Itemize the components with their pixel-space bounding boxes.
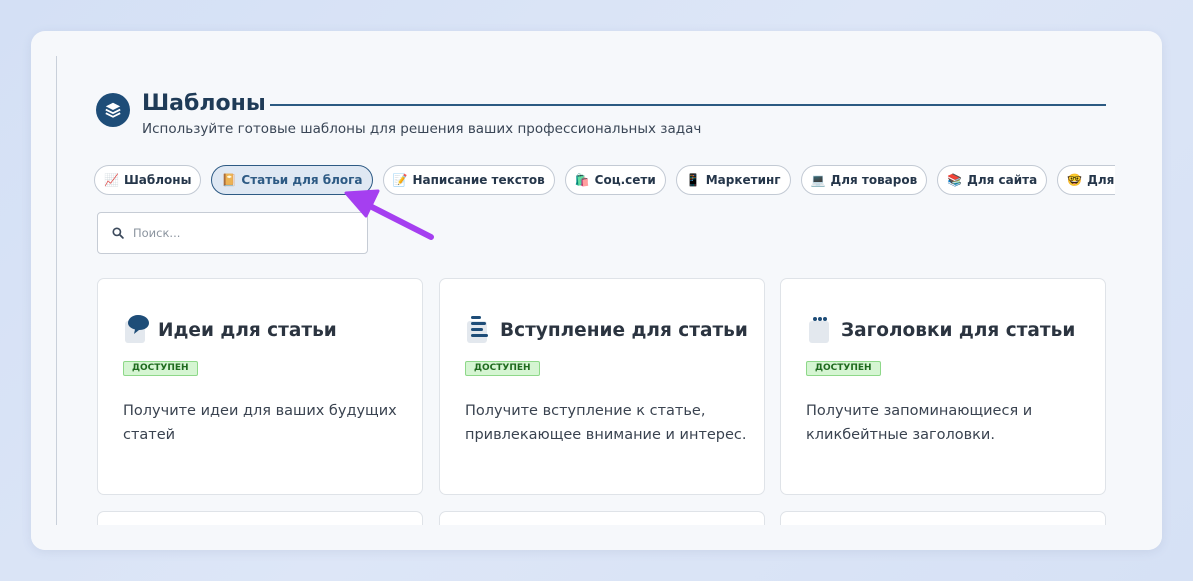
templates-panel: Шаблоны Используйте готовые шаблоны для … (31, 31, 1162, 550)
chip-marketing[interactable]: 📱 Маркетинг (675, 165, 791, 195)
card-description: Получите запоминающиеся и кликбейтные за… (806, 403, 1033, 443)
chip-school[interactable]: 🤓 Для школы (1057, 165, 1115, 195)
chip-label: Статьи для блога (241, 173, 363, 187)
search-input[interactable] (133, 226, 343, 240)
chip-label: Для школы (1087, 173, 1115, 187)
status-badge: ДОСТУПЕН (806, 361, 881, 376)
notebook-icon: 📔 (221, 173, 237, 187)
card-title: Заголовки для статьи (841, 320, 1076, 341)
bottom-fade (31, 525, 1162, 550)
left-divider (56, 56, 57, 526)
nerd-face-icon: 🤓 (1067, 173, 1083, 187)
speech-bubble-icon (125, 315, 149, 343)
chip-products[interactable]: 💻 Для товаров (800, 165, 928, 195)
card-title: Идеи для статьи (158, 320, 337, 341)
laptop-icon: 💻 (810, 173, 826, 187)
chip-blog-articles[interactable]: 📔 Статьи для блога (211, 165, 373, 195)
books-icon: 📚 (947, 173, 963, 187)
memo-icon: 📝 (392, 173, 408, 187)
search-box[interactable] (97, 212, 368, 254)
text-lines-icon (467, 316, 488, 343)
dots-note-icon (809, 317, 829, 343)
chip-copywriting[interactable]: 📝 Написание текстов (382, 165, 555, 195)
card-description: Получите вступление к статье, привлекающ… (465, 403, 747, 443)
layers-icon (96, 93, 130, 127)
chip-label: Маркетинг (705, 173, 781, 187)
chip-website[interactable]: 📚 Для сайта (937, 165, 1048, 195)
template-card-ideas[interactable]: Идеи для статьи ДОСТУПЕН Получите идеи д… (97, 278, 423, 495)
status-badge: ДОСТУПЕН (123, 361, 198, 376)
chart-icon: 📈 (104, 173, 119, 187)
chip-label: Соц.сети (594, 173, 656, 187)
template-card-headlines[interactable]: Заголовки для статьи ДОСТУПЕН Получите з… (780, 278, 1106, 495)
card-description: Получите идеи для ваших будущих статей (123, 403, 397, 443)
title-underline (270, 104, 1106, 106)
page-title: Шаблоны (142, 91, 266, 116)
chip-templates[interactable]: 📈 Шаблоны (94, 165, 202, 195)
search-icon (112, 227, 124, 239)
chip-label: Для сайта (967, 173, 1038, 187)
category-chips: 📈 Шаблоны 📔 Статьи для блога 📝 Написание… (94, 165, 1115, 197)
template-card-intro[interactable]: Вступление для статьи ДОСТУПЕН Получите … (439, 278, 765, 495)
chip-label: Для товаров (830, 173, 918, 187)
status-badge: ДОСТУПЕН (465, 361, 540, 376)
page-subtitle: Используйте готовые шаблоны для решения … (142, 121, 702, 137)
chip-label: Шаблоны (123, 173, 192, 187)
chip-label: Написание текстов (412, 173, 545, 187)
mobile-phone-icon: 📱 (685, 173, 701, 187)
shopping-bags-icon: 🛍️ (574, 173, 590, 187)
chip-social[interactable]: 🛍️ Соц.сети (564, 165, 666, 195)
card-title: Вступление для статьи (500, 320, 748, 341)
